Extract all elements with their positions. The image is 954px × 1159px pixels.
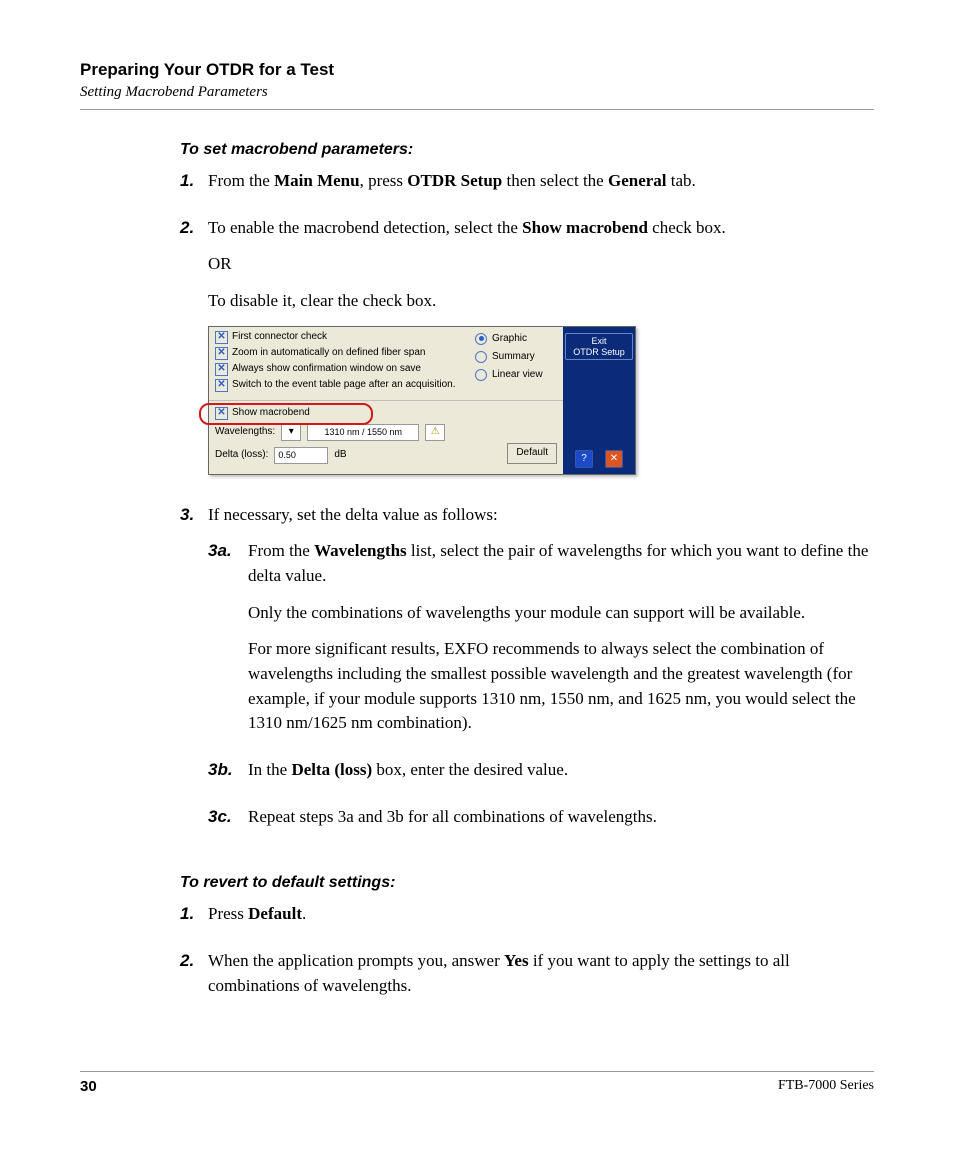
delta-input[interactable]: 0.50 [274,447,328,464]
step-number: 2. [180,949,208,1010]
screenshot: First connector check Zoom in automatica… [208,326,636,475]
exit-button[interactable]: Exit OTDR Setup [565,333,633,361]
content: To set macrobend parameters: 1. From the… [180,138,874,1010]
substep-number: 3a. [208,539,248,747]
delta-label: Delta (loss): [215,448,268,463]
checkbox-show-macrobend[interactable] [215,407,228,420]
procedure-1-heading: To set macrobend parameters: [180,138,874,161]
revert-step-2: When the application prompts you, answer… [208,949,874,998]
step-1-text: From the Main Menu, press OTDR Setup the… [208,169,874,194]
step-3a-p2: Only the combinations of wavelengths you… [248,601,874,626]
step-3-text: If necessary, set the delta value as fol… [208,503,874,528]
wavelengths-label: Wavelengths: [215,425,275,440]
checkbox-first-connector[interactable] [215,331,228,344]
checkbox-switch[interactable] [215,379,228,392]
step-2-text: To enable the macrobend detection, selec… [208,216,874,241]
step-3a-text: From the Wavelengths list, select the pa… [248,539,874,588]
checkbox-zoom[interactable] [215,347,228,360]
wavelengths-dropdown-arrow[interactable]: ▾ [281,424,301,441]
radio-linear[interactable] [475,369,487,381]
radio-summary[interactable] [475,351,487,363]
default-button[interactable]: Default [507,443,557,464]
substep-number: 3b. [208,758,248,795]
warning-icon: ⚠ [425,424,445,441]
step-number: 3. [180,503,208,851]
step-2-or: OR [208,252,874,277]
revert-step-1: Press Default. [208,902,874,927]
step-number: 2. [180,216,208,493]
radio-graphic[interactable] [475,333,487,345]
header-rule [80,109,874,110]
page-number: 30 [80,1078,97,1095]
delta-unit: dB [334,448,346,463]
help-icon[interactable]: ? [575,450,593,468]
substep-number: 3c. [208,805,248,842]
series-name: FTB-7000 Series [778,1078,874,1095]
checkbox-confirm[interactable] [215,363,228,376]
step-3b-text: In the Delta (loss) box, enter the desir… [248,758,874,783]
step-2-disable: To disable it, clear the check box. [208,289,874,314]
page-footer: 30 FTB-7000 Series [80,1071,874,1095]
step-number: 1. [180,902,208,939]
section-title: Setting Macrobend Parameters [80,84,874,101]
step-3a-p3: For more significant results, EXFO recom… [248,637,874,736]
chapter-title: Preparing Your OTDR for a Test [80,60,874,80]
procedure-2-heading: To revert to default settings: [180,871,874,894]
wavelengths-value[interactable]: 1310 nm / 1550 nm [307,424,419,441]
step-number: 1. [180,169,208,206]
step-3c-text: Repeat steps 3a and 3b for all combinati… [248,805,874,830]
close-icon[interactable]: ✕ [605,450,623,468]
